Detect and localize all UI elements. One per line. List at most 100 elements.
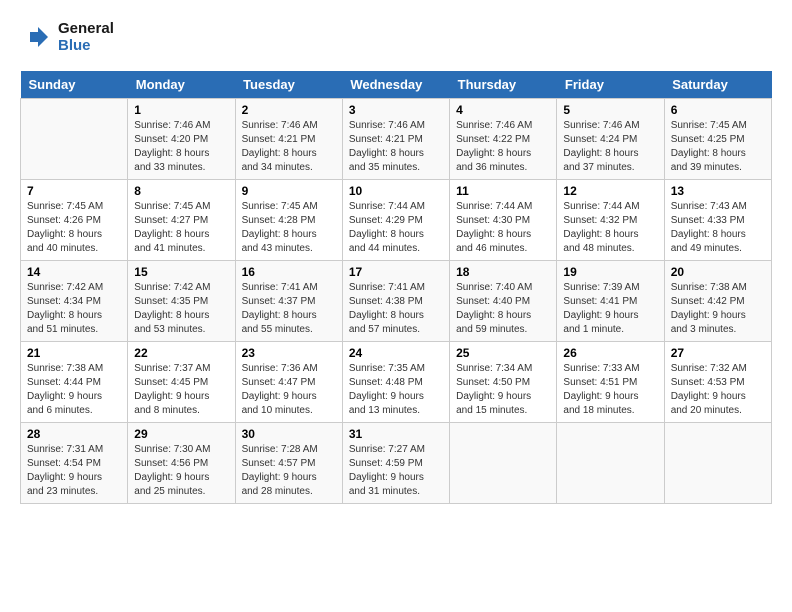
day-info: Sunrise: 7:46 AM Sunset: 4:22 PM Dayligh… [456,119,550,175]
calendar-cell: 5 Sunrise: 7:46 AM Sunset: 4:24 PM Daylig… [557,98,664,179]
calendar-cell: 1 Sunrise: 7:46 AM Sunset: 4:20 PM Daylig… [128,98,235,179]
day-header-friday: Friday [557,71,664,99]
calendar-cell: 25Sunrise: 7:34 AM Sunset: 4:50 PM Dayli… [450,341,557,422]
calendar-cell: 9 Sunrise: 7:45 AM Sunset: 4:28 PM Daylig… [235,179,342,260]
calendar-cell: 20 Sunrise: 7:38 AM Sunset: 4:42 PM Dayli… [664,260,771,341]
day-info: Sunrise: 7:42 AM Sunset: 4:34 PM Dayligh… [27,281,121,337]
calendar-cell: 27 Sunrise: 7:32 AM Sunset: 4:53 PM Dayli… [664,341,771,422]
calendar-table: SundayMondayTuesdayWednesdayThursdayFrid… [20,71,772,504]
day-number: 23 [242,346,336,360]
day-info: Sunrise: 7:40 AM Sunset: 4:40 PM Dayligh… [456,281,550,337]
day-info: Sunrise: 7:34 AM Sunset: 4:50 PM Dayligh… [456,362,550,418]
day-info: Sunrise: 7:46 AM Sunset: 4:21 PM Dayligh… [349,119,443,175]
day-number: 2 [242,103,336,117]
day-info: Sunrise: 7:35 AM Sunset: 4:48 PM Dayligh… [349,362,443,418]
day-header-tuesday: Tuesday [235,71,342,99]
day-info: Sunrise: 7:28 AM Sunset: 4:57 PM Dayligh… [242,443,336,499]
day-info: Sunrise: 7:45 AM Sunset: 4:25 PM Dayligh… [671,119,765,175]
day-number: 15 [134,265,228,279]
day-number: 26 [563,346,657,360]
week-row-1: 1 Sunrise: 7:46 AM Sunset: 4:20 PM Daylig… [21,98,772,179]
day-number: 8 [134,184,228,198]
day-number: 29 [134,427,228,441]
calendar-cell: 24 Sunrise: 7:35 AM Sunset: 4:48 PM Dayli… [342,341,449,422]
day-number: 31 [349,427,443,441]
day-number: 13 [671,184,765,198]
logo-general-text: General [58,20,114,37]
calendar-cell: 8 Sunrise: 7:45 AM Sunset: 4:27 PM Daylig… [128,179,235,260]
day-info: Sunrise: 7:33 AM Sunset: 4:51 PM Dayligh… [563,362,657,418]
calendar-cell: 14 Sunrise: 7:42 AM Sunset: 4:34 PM Dayli… [21,260,128,341]
calendar-cell: 13 Sunrise: 7:43 AM Sunset: 4:33 PM Dayli… [664,179,771,260]
day-number: 6 [671,103,765,117]
day-info: Sunrise: 7:36 AM Sunset: 4:47 PM Dayligh… [242,362,336,418]
day-info: Sunrise: 7:41 AM Sunset: 4:37 PM Dayligh… [242,281,336,337]
day-header-sunday: Sunday [21,71,128,99]
day-number: 27 [671,346,765,360]
day-info: Sunrise: 7:43 AM Sunset: 4:33 PM Dayligh… [671,200,765,256]
day-number: 7 [27,184,121,198]
calendar-cell: 16 Sunrise: 7:41 AM Sunset: 4:37 PM Dayli… [235,260,342,341]
day-info: Sunrise: 7:30 AM Sunset: 4:56 PM Dayligh… [134,443,228,499]
day-info: Sunrise: 7:44 AM Sunset: 4:32 PM Dayligh… [563,200,657,256]
logo-svg [20,23,52,51]
calendar-cell: 6 Sunrise: 7:45 AM Sunset: 4:25 PM Daylig… [664,98,771,179]
page-header: General Blue [20,20,772,55]
day-info: Sunrise: 7:45 AM Sunset: 4:28 PM Dayligh… [242,200,336,256]
day-number: 20 [671,265,765,279]
day-info: Sunrise: 7:27 AM Sunset: 4:59 PM Dayligh… [349,443,443,499]
day-number: 3 [349,103,443,117]
day-number: 14 [27,265,121,279]
calendar-cell: 3 Sunrise: 7:46 AM Sunset: 4:21 PM Daylig… [342,98,449,179]
week-row-5: 28 Sunrise: 7:31 AM Sunset: 4:54 PM Dayli… [21,422,772,503]
day-header-saturday: Saturday [664,71,771,99]
week-row-4: 21 Sunrise: 7:38 AM Sunset: 4:44 PM Dayli… [21,341,772,422]
day-number: 5 [563,103,657,117]
calendar-cell: 15 Sunrise: 7:42 AM Sunset: 4:35 PM Dayli… [128,260,235,341]
day-number: 17 [349,265,443,279]
day-info: Sunrise: 7:44 AM Sunset: 4:29 PM Dayligh… [349,200,443,256]
calendar-cell: 2 Sunrise: 7:46 AM Sunset: 4:21 PM Daylig… [235,98,342,179]
calendar-cell: 30Sunrise: 7:28 AM Sunset: 4:57 PM Dayli… [235,422,342,503]
day-number: 4 [456,103,550,117]
calendar-cell: 23 Sunrise: 7:36 AM Sunset: 4:47 PM Dayli… [235,341,342,422]
day-number: 24 [349,346,443,360]
day-info: Sunrise: 7:46 AM Sunset: 4:20 PM Dayligh… [134,119,228,175]
day-info: Sunrise: 7:37 AM Sunset: 4:45 PM Dayligh… [134,362,228,418]
calendar-cell: 21 Sunrise: 7:38 AM Sunset: 4:44 PM Dayli… [21,341,128,422]
day-info: Sunrise: 7:42 AM Sunset: 4:35 PM Dayligh… [134,281,228,337]
day-info: Sunrise: 7:46 AM Sunset: 4:21 PM Dayligh… [242,119,336,175]
day-info: Sunrise: 7:38 AM Sunset: 4:42 PM Dayligh… [671,281,765,337]
calendar-cell: 11Sunrise: 7:44 AM Sunset: 4:30 PM Dayli… [450,179,557,260]
day-info: Sunrise: 7:32 AM Sunset: 4:53 PM Dayligh… [671,362,765,418]
day-info: Sunrise: 7:45 AM Sunset: 4:27 PM Dayligh… [134,200,228,256]
calendar-cell: 7Sunrise: 7:45 AM Sunset: 4:26 PM Daylig… [21,179,128,260]
calendar-cell: 4 Sunrise: 7:46 AM Sunset: 4:22 PM Daylig… [450,98,557,179]
day-number: 16 [242,265,336,279]
day-number: 19 [563,265,657,279]
calendar-cell: 19 Sunrise: 7:39 AM Sunset: 4:41 PM Dayli… [557,260,664,341]
calendar-cell: 17Sunrise: 7:41 AM Sunset: 4:38 PM Dayli… [342,260,449,341]
day-header-wednesday: Wednesday [342,71,449,99]
day-number: 21 [27,346,121,360]
week-row-2: 7Sunrise: 7:45 AM Sunset: 4:26 PM Daylig… [21,179,772,260]
calendar-cell: 31 Sunrise: 7:27 AM Sunset: 4:59 PM Dayli… [342,422,449,503]
day-number: 28 [27,427,121,441]
calendar-cell: 18Sunrise: 7:40 AM Sunset: 4:40 PM Dayli… [450,260,557,341]
logo: General Blue [20,20,114,55]
calendar-cell: 10Sunrise: 7:44 AM Sunset: 4:29 PM Dayli… [342,179,449,260]
days-header-row: SundayMondayTuesdayWednesdayThursdayFrid… [21,71,772,99]
day-info: Sunrise: 7:39 AM Sunset: 4:41 PM Dayligh… [563,281,657,337]
day-info: Sunrise: 7:31 AM Sunset: 4:54 PM Dayligh… [27,443,121,499]
day-number: 11 [456,184,550,198]
day-header-monday: Monday [128,71,235,99]
day-number: 9 [242,184,336,198]
day-number: 22 [134,346,228,360]
calendar-cell: 26 Sunrise: 7:33 AM Sunset: 4:51 PM Dayli… [557,341,664,422]
logo-blue-text: Blue [58,37,114,54]
day-info: Sunrise: 7:46 AM Sunset: 4:24 PM Dayligh… [563,119,657,175]
calendar-cell: 29 Sunrise: 7:30 AM Sunset: 4:56 PM Dayli… [128,422,235,503]
day-number: 12 [563,184,657,198]
day-info: Sunrise: 7:38 AM Sunset: 4:44 PM Dayligh… [27,362,121,418]
day-number: 1 [134,103,228,117]
